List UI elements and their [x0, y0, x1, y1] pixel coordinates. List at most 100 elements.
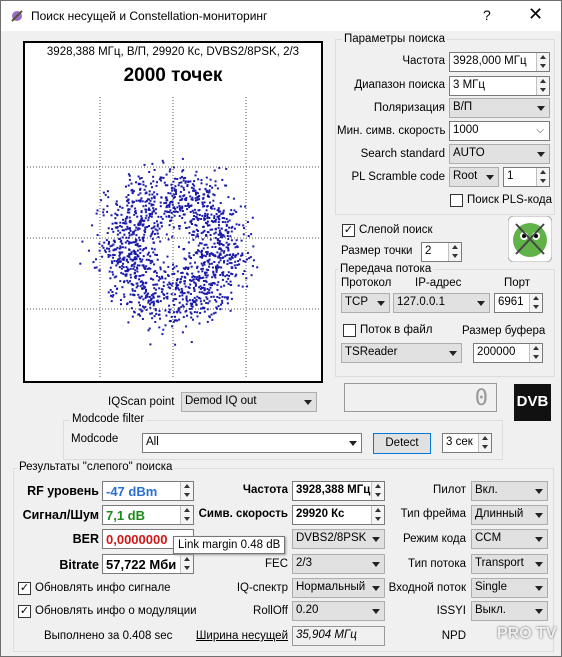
- pls-search-label: Поиск PLS-кода: [467, 194, 553, 206]
- code-mode-value: CCM: [475, 532, 502, 544]
- protv-watermark: PRO TV: [497, 625, 557, 642]
- range-spinner[interactable]: 3 МГц: [449, 76, 550, 96]
- dropdown-arrow-icon: [535, 537, 543, 542]
- pls-code-spinner[interactable]: 1: [503, 167, 550, 187]
- reader-select[interactable]: TSReader: [341, 343, 462, 363]
- point-size-spinner[interactable]: 2: [421, 242, 462, 262]
- bandwidth-value: 35,904 МГц: [296, 629, 357, 641]
- link-margin-tooltip: Link margin 0.48 dB: [173, 536, 286, 554]
- iq-spectrum-label: IQ-спектр: [236, 582, 288, 594]
- snr-label: Сигнал/Шум: [22, 508, 99, 522]
- dropdown-arrow-icon: [304, 400, 312, 405]
- polarization-label: Поляризация: [373, 102, 445, 114]
- dropdown-arrow-icon: [449, 351, 457, 356]
- dropdown-arrow-icon: [372, 609, 380, 614]
- result-sr-value: 29920 Кс: [296, 508, 345, 520]
- snr-value: 7,1 dB: [106, 508, 146, 523]
- counter-value: 0: [474, 386, 488, 411]
- reader-value: TSReader: [345, 346, 398, 358]
- stream-to-file-label: Поток в файл: [360, 324, 433, 336]
- satellite-app-icon: [11, 10, 23, 22]
- rolloff-value: 0.20: [296, 604, 319, 616]
- frame-type-label: Тип фрейма: [400, 508, 466, 520]
- timeout-value: 3 сек: [446, 436, 473, 448]
- bitrate-field: 57,722 Мби: [102, 554, 194, 574]
- result-freq-label: Частота: [242, 484, 288, 496]
- dropdown-arrow-icon: [537, 152, 545, 157]
- npd-label: NPD: [441, 630, 466, 642]
- stream-type-select[interactable]: Transport: [471, 554, 548, 574]
- update-mod-checkbox[interactable]: ✓: [18, 605, 31, 618]
- frame-type-select[interactable]: Длинный: [471, 505, 548, 525]
- dropdown-arrow-icon: [477, 301, 485, 306]
- iqscan-select[interactable]: Demod IQ out: [181, 392, 317, 412]
- buffer-size-value: 200000: [477, 346, 516, 358]
- constellation-info: 3928,388 МГц, В/П, 29920 Кс, DVBS2/8PSK,…: [46, 46, 300, 58]
- freq-spinner[interactable]: 3928,000 МГц: [449, 52, 550, 72]
- stream-title: Передача потока: [338, 263, 434, 275]
- issyi-select[interactable]: Выкл.: [471, 601, 548, 621]
- range-value: 3 МГц: [453, 79, 485, 91]
- protocol-select[interactable]: TCP: [341, 293, 390, 313]
- pls-mode-value: Root: [453, 170, 478, 182]
- pls-search-checkbox[interactable]: [450, 194, 463, 207]
- result-sr-label: Симв. скорость: [198, 508, 288, 520]
- bandwidth-link[interactable]: Ширина несущей: [191, 630, 288, 642]
- polarization-value: В/П: [453, 101, 473, 113]
- search-standard-select[interactable]: AUTO: [449, 144, 550, 164]
- dropdown-arrow-icon: [535, 562, 543, 567]
- modcode-filter-title: Modcode filter: [70, 413, 147, 425]
- update-signal-label: Обновлять инфо сигнале: [35, 582, 171, 594]
- buffer-size-spinner[interactable]: 200000: [473, 343, 543, 363]
- pls-code-value: 1: [507, 170, 514, 182]
- rf-level-label: RF уровень: [27, 484, 99, 498]
- protocol-value: TCP: [345, 296, 368, 308]
- issyi-label: ISSYI: [436, 605, 466, 617]
- modulation-select[interactable]: DVBS2/8PSK: [292, 529, 385, 549]
- dropdown-arrow-icon: [486, 175, 494, 180]
- port-label: Порт: [504, 277, 531, 289]
- ber-label: BER: [72, 532, 99, 546]
- stream-type-value: Transport: [475, 557, 524, 569]
- dropdown-arrow-icon: [535, 586, 543, 591]
- dropdown-arrow-icon: [372, 537, 380, 542]
- ip-select[interactable]: 127.0.0.1: [393, 293, 490, 313]
- dropdown-arrow-icon: [372, 562, 380, 567]
- pls-mode-select[interactable]: Root: [449, 167, 499, 187]
- issyi-value: Выкл.: [475, 604, 507, 616]
- rolloff-select[interactable]: 0.20: [292, 601, 385, 621]
- dropdown-arrow-icon: [377, 301, 385, 306]
- satellite-mascot-icon[interactable]: [508, 216, 552, 262]
- detect-timeout-spinner[interactable]: 3 сек: [442, 433, 492, 453]
- window-title: Поиск несущей и Constellation-мониторинг: [31, 9, 268, 23]
- iq-spectrum-select[interactable]: Нормальный: [292, 578, 385, 598]
- fec-select[interactable]: 2/3: [292, 554, 385, 574]
- blind-search-label: Слепой поиск: [359, 224, 433, 236]
- pilot-select[interactable]: Вкл.: [471, 481, 548, 501]
- search-standard-label: Search standard: [360, 148, 445, 160]
- dropdown-arrow-icon: [535, 489, 543, 494]
- constellation-plot: [27, 97, 319, 379]
- dropdown-arrow-icon: [535, 513, 543, 518]
- help-button[interactable]: ?: [483, 7, 491, 23]
- detect-button[interactable]: Detect: [373, 433, 431, 454]
- modulation-value: DVBS2/8PSK: [296, 532, 367, 544]
- close-button[interactable]: ✕: [528, 4, 543, 25]
- port-spinner[interactable]: 6961: [494, 293, 543, 313]
- update-mod-label: Обновлять инфо о модуляции: [35, 605, 197, 617]
- pilot-value: Вкл.: [475, 484, 498, 496]
- protocol-label: Протокол: [341, 277, 392, 289]
- counter-display: 0: [344, 383, 497, 412]
- update-signal-checkbox[interactable]: ✓: [18, 582, 31, 595]
- input-stream-select[interactable]: Single: [471, 578, 548, 598]
- min-sr-select[interactable]: 1000 ⌵: [449, 121, 550, 141]
- stream-to-file-checkbox[interactable]: [343, 324, 356, 337]
- polarization-select[interactable]: В/П: [449, 98, 550, 118]
- freq-value: 3928,000 МГц: [453, 55, 527, 67]
- code-mode-select[interactable]: CCM: [471, 529, 548, 549]
- modcode-select[interactable]: All: [142, 433, 362, 453]
- result-freq-value: 3928,388 МГц: [296, 484, 371, 496]
- blind-search-checkbox[interactable]: ✓: [342, 224, 355, 237]
- point-size-label: Размер точки: [341, 245, 413, 257]
- input-stream-label: Входной поток: [388, 582, 466, 594]
